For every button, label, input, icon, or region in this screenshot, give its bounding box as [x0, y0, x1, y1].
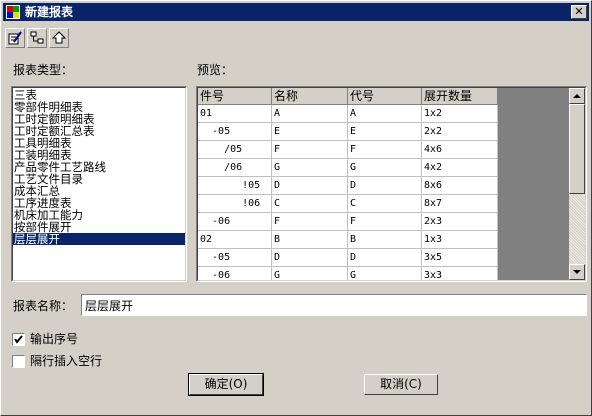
table-cell: B	[272, 231, 348, 249]
table-cell: 4x6	[422, 141, 498, 159]
table-cell: -06	[198, 213, 272, 231]
column-header[interactable]: 展开数量	[422, 88, 498, 105]
checkmark-icon	[14, 335, 23, 344]
table-cell: B	[348, 231, 422, 249]
table-row[interactable]: -06 F F 2x3	[198, 213, 498, 231]
table-row[interactable]: -05 E E 2x2	[198, 123, 498, 141]
edit-report-icon	[8, 31, 22, 45]
table-cell: 8x7	[422, 195, 498, 213]
scroll-thumb[interactable]	[569, 104, 585, 194]
table-cell: F	[272, 141, 348, 159]
column-header[interactable]: 件号	[198, 88, 272, 105]
move-up-button[interactable]	[49, 28, 69, 48]
report-type-list[interactable]: 三表 零部件明细表 工时定额明细表 工时定额汇总表 工具明细表 工装明细表 产品零件工艺路线…	[11, 86, 187, 282]
table-cell: !06	[198, 195, 272, 213]
table-cell: -06	[198, 267, 272, 280]
table-row[interactable]: 01 A A 1x2	[198, 105, 498, 123]
ok-button[interactable]: 确定(O)	[188, 373, 264, 396]
table-cell: 3x3	[422, 267, 498, 280]
table-row[interactable]: !06 C C 8x7	[198, 195, 498, 213]
column-header[interactable]: 名称	[272, 88, 348, 105]
app-icon	[6, 5, 20, 19]
table-cell: 1x3	[422, 231, 498, 249]
table-cell: 8x6	[422, 177, 498, 195]
table-cell: !05	[198, 177, 272, 195]
table-cell: D	[272, 177, 348, 195]
table-cell: E	[272, 123, 348, 141]
report-type-item[interactable]: 层层展开	[13, 233, 185, 245]
scroll-up-button[interactable]	[569, 88, 585, 104]
table-row[interactable]: 02 B B 1x3	[198, 231, 498, 249]
report-name-label: 报表名称：	[13, 299, 74, 313]
preview-grid[interactable]: 件号 名称 代号 展开数量 01 A A 1x2 -05 E E 2x2 /05 F F 4x6 /06 G…	[196, 86, 587, 282]
table-cell: A	[348, 105, 422, 123]
table-cell: E	[348, 123, 422, 141]
output-serial-label: 输出序号	[30, 332, 79, 346]
table-cell: G	[272, 267, 348, 280]
table-cell: G	[272, 159, 348, 177]
report-type-label: 报表类型：	[13, 63, 74, 77]
preview-label: 预览：	[197, 63, 234, 77]
output-serial-checkbox[interactable]	[12, 333, 25, 346]
table-cell: 1x2	[422, 105, 498, 123]
table-cell: D	[348, 249, 422, 267]
edit-report-button[interactable]	[5, 28, 25, 48]
preview-grid-viewport: 件号 名称 代号 展开数量 01 A A 1x2 -05 E E 2x2 /05 F F 4x6 /06 G…	[197, 87, 586, 281]
table-cell: 2x2	[422, 123, 498, 141]
table-cell: -05	[198, 249, 272, 267]
title-bar[interactable]: 新建报表 ✕	[3, 3, 589, 21]
table-cell: F	[272, 213, 348, 231]
ok-button-label: 确定(O)	[204, 377, 248, 391]
table-row[interactable]: -06 G G 3x3	[198, 267, 498, 280]
new-report-dialog: 新建报表 ✕ 报表类型： 预览： 三表 零部件明细表 工时定额明细表 工时定额汇…	[0, 0, 592, 416]
table-cell: 4x2	[422, 159, 498, 177]
table-cell: G	[348, 267, 422, 280]
move-up-icon	[52, 31, 66, 44]
table-cell: C	[348, 195, 422, 213]
insert-blank-row-checkbox[interactable]	[12, 355, 25, 368]
report-name-input[interactable]: 层层展开	[81, 294, 587, 316]
cancel-button-label: 取消(C)	[380, 377, 422, 391]
down-arrow-icon	[573, 270, 581, 274]
table-cell: /06	[198, 159, 272, 177]
table-cell: F	[348, 213, 422, 231]
table-cell: 01	[198, 105, 272, 123]
table-cell: 2x3	[422, 213, 498, 231]
column-header[interactable]: 代号	[348, 88, 422, 105]
table-cell: G	[348, 159, 422, 177]
table-cell: D	[348, 177, 422, 195]
close-button[interactable]: ✕	[571, 5, 587, 19]
table-cell: /05	[198, 141, 272, 159]
up-arrow-icon	[573, 94, 581, 98]
scroll-down-button[interactable]	[569, 264, 585, 280]
tree-structure-icon	[30, 31, 44, 44]
table-cell: D	[272, 249, 348, 267]
vertical-scrollbar[interactable]	[569, 88, 585, 280]
tree-structure-button[interactable]	[27, 28, 47, 48]
table-row[interactable]: -05 D D 3x5	[198, 249, 498, 267]
window-title: 新建报表	[25, 5, 74, 19]
report-name-value: 层层展开	[85, 299, 134, 313]
table-cell: -05	[198, 123, 272, 141]
table-cell: A	[272, 105, 348, 123]
table-row[interactable]: /06 G G 4x2	[198, 159, 498, 177]
table-cell: 3x5	[422, 249, 498, 267]
table-cell: F	[348, 141, 422, 159]
close-icon: ✕	[574, 5, 584, 18]
table-cell: 02	[198, 231, 272, 249]
cancel-button[interactable]: 取消(C)	[364, 374, 438, 395]
insert-blank-row-label: 隔行插入空行	[30, 354, 103, 368]
table-row[interactable]: !05 D D 8x6	[198, 177, 498, 195]
table-row[interactable]: /05 F F 4x6	[198, 141, 498, 159]
table-cell: C	[272, 195, 348, 213]
grid-empty-area	[498, 88, 569, 280]
